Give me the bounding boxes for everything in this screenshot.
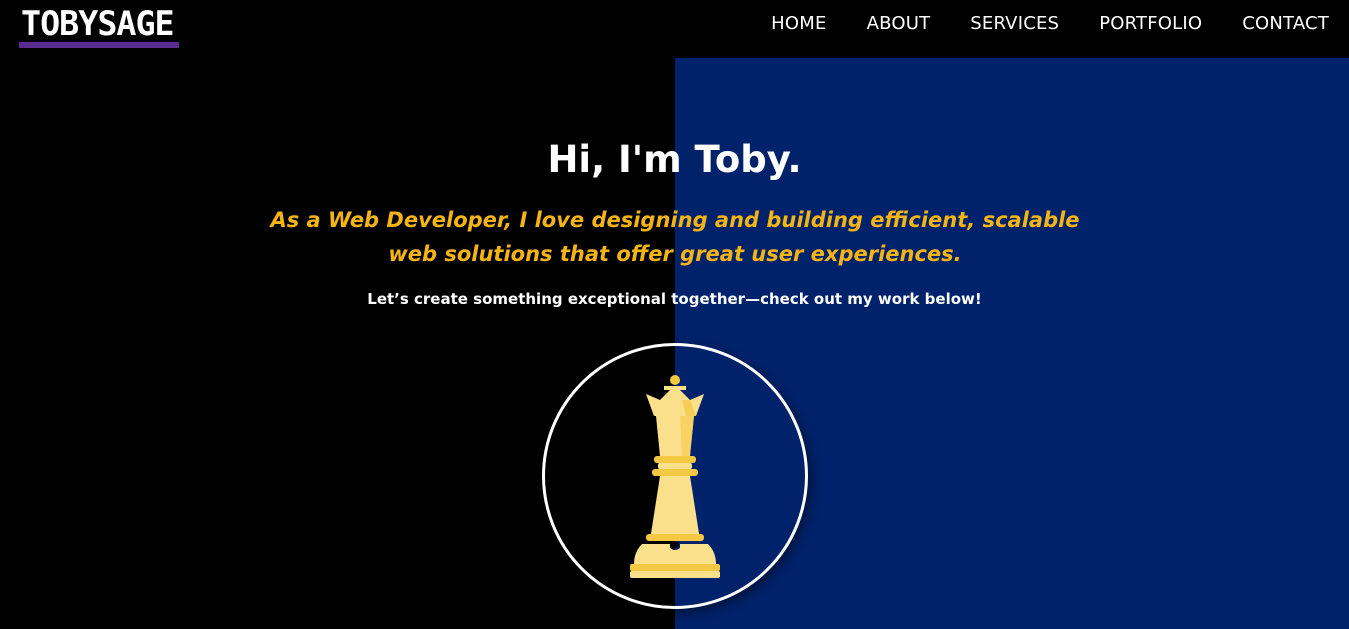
logo-text: TOBYSAGE (21, 4, 175, 44)
hero-title: Hi, I'm Toby. (547, 138, 802, 181)
nav-menu: HOME ABOUT SERVICES PORTFOLIO CONTACT (771, 13, 1329, 35)
nav-item-services: SERVICES (970, 13, 1059, 35)
nav-link-portfolio[interactable]: PORTFOLIO (1099, 13, 1202, 34)
page: TOBYSAGE HOME ABOUT SERVICES PORTFOLIO C… (0, 0, 1349, 629)
navbar: TOBYSAGE HOME ABOUT SERVICES PORTFOLIO C… (0, 0, 1349, 58)
hero-cta-text: Let’s create something exceptional toget… (367, 290, 982, 308)
nav-link-about[interactable]: ABOUT (867, 13, 931, 34)
nav-link-home[interactable]: HOME (771, 13, 826, 34)
nav-item-about: ABOUT (867, 13, 931, 35)
nav-item-contact: CONTACT (1242, 13, 1329, 35)
nav-item-home: HOME (771, 13, 826, 35)
nav-link-services[interactable]: SERVICES (970, 13, 1059, 34)
hero-tagline: As a Web Developer, I love designing and… (270, 208, 1080, 266)
nav-item-portfolio: PORTFOLIO (1099, 13, 1202, 35)
chess-queen-icon (630, 375, 720, 578)
site-logo[interactable]: TOBYSAGE (19, 7, 179, 48)
nav-link-contact[interactable]: CONTACT (1242, 13, 1329, 34)
avatar (542, 343, 808, 609)
